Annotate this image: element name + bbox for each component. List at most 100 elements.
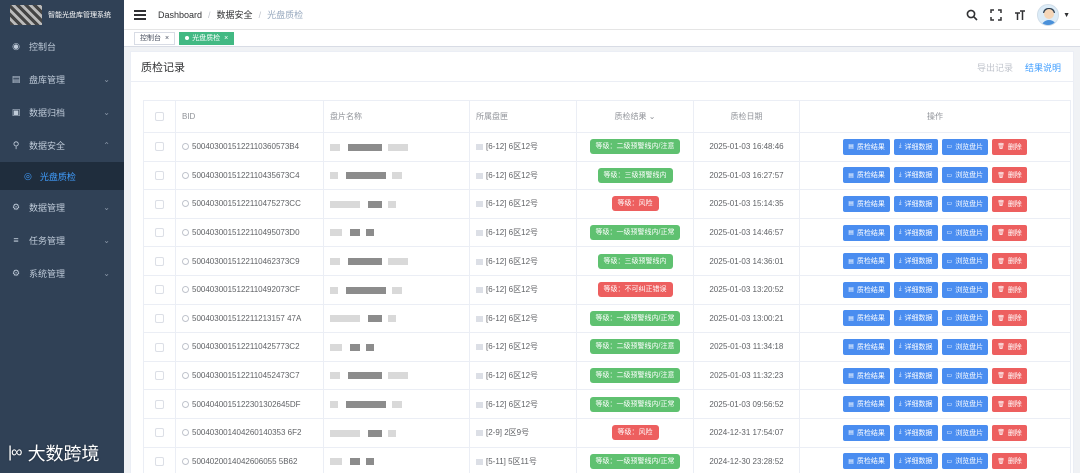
detail-data-button[interactable]: ⤓ 详细数据 bbox=[893, 138, 938, 155]
sidebar-item-dashboard[interactable]: ◉ 控制台 bbox=[0, 31, 124, 61]
sidebar-item-label: 系统管理 bbox=[29, 268, 66, 279]
qc-result-button[interactable]: ▤ 质检结果 bbox=[843, 367, 890, 384]
tags-view: 控制台 × 光盘质检 × bbox=[124, 30, 1080, 47]
delete-button[interactable]: 🗑 删除 bbox=[992, 281, 1027, 298]
detail-data-button[interactable]: ⤓ 详细数据 bbox=[893, 338, 938, 355]
detail-data-button[interactable]: ⤓ 详细数据 bbox=[893, 195, 938, 212]
detail-data-button[interactable]: ⤓ 详细数据 bbox=[893, 367, 938, 384]
close-icon[interactable]: × bbox=[224, 35, 228, 42]
detail-data-button[interactable]: ⤓ 详细数据 bbox=[893, 253, 938, 270]
bid-value: 5004030015122110425773C2 bbox=[192, 342, 300, 352]
row-checkbox[interactable] bbox=[143, 161, 176, 191]
browse-disc-button[interactable]: ▭ 浏览盘片 bbox=[941, 310, 989, 327]
table-row: 5004030015122110435673C4 [6-12] 6区12号 等级：三… bbox=[143, 161, 1071, 191]
export-link[interactable]: 导出记录 bbox=[977, 61, 1013, 74]
delete-button[interactable]: 🗑 删除 bbox=[992, 167, 1027, 184]
row-checkbox[interactable] bbox=[143, 361, 176, 391]
delete-button[interactable]: 🗑 删除 bbox=[992, 453, 1027, 470]
delete-button[interactable]: 🗑 删除 bbox=[992, 338, 1027, 355]
detail-data-button[interactable]: ⤓ 详细数据 bbox=[893, 310, 938, 327]
row-checkbox[interactable] bbox=[143, 389, 176, 419]
delete-button[interactable]: 🗑 删除 bbox=[992, 310, 1027, 327]
browse-disc-button[interactable]: ▭ 浏览盘片 bbox=[941, 224, 989, 241]
tag-disc-qc[interactable]: 光盘质检 × bbox=[179, 31, 235, 45]
app-logo[interactable]: 智能光盘库管理系统 bbox=[0, 0, 124, 30]
sidebar-subitem-disc-qc[interactable]: ◎ 光盘质检 bbox=[0, 162, 124, 190]
qc-result-button[interactable]: ▤ 质检结果 bbox=[843, 396, 890, 413]
sidebar-item-data[interactable]: ⚙ 数据管理 ⌄ bbox=[0, 192, 124, 222]
download-icon: ⤓ bbox=[898, 457, 902, 464]
magazine-icon bbox=[476, 373, 483, 380]
detail-data-button[interactable]: ⤓ 详细数据 bbox=[893, 167, 938, 184]
qc-result-button[interactable]: ▤ 质检结果 bbox=[843, 138, 890, 155]
detail-data-button[interactable]: ⤓ 详细数据 bbox=[893, 396, 938, 413]
font-size-icon[interactable] bbox=[1011, 6, 1029, 24]
file-icon: ▤ bbox=[848, 430, 854, 437]
browse-disc-button[interactable]: ▭ 浏览盘片 bbox=[941, 253, 989, 270]
col-bid: BID bbox=[175, 100, 324, 133]
delete-button[interactable]: 🗑 删除 bbox=[992, 224, 1027, 241]
qc-result-button[interactable]: ▤ 质检结果 bbox=[843, 224, 890, 241]
row-checkbox[interactable] bbox=[143, 132, 176, 162]
qc-result-button[interactable]: ▤ 质检结果 bbox=[843, 453, 890, 470]
qc-result-button[interactable]: ▤ 质检结果 bbox=[843, 338, 890, 355]
row-checkbox[interactable] bbox=[143, 189, 176, 219]
sidebar-item-archive[interactable]: ▣ 数据归档 ⌄ bbox=[0, 97, 124, 127]
col-result[interactable]: 质检结果 ⌄ bbox=[576, 100, 694, 133]
detail-data-button[interactable]: ⤓ 详细数据 bbox=[893, 281, 938, 298]
browse-disc-button[interactable]: ▭ 浏览盘片 bbox=[941, 367, 989, 384]
delete-button[interactable]: 🗑 删除 bbox=[992, 138, 1027, 155]
sidebar-item-task[interactable]: ≡ 任务管理 ⌄ bbox=[0, 225, 124, 255]
browse-disc-button[interactable]: ▭ 浏览盘片 bbox=[941, 195, 989, 212]
trash-icon: 🗑 bbox=[997, 144, 1005, 151]
caret-down-icon[interactable]: ▼ bbox=[1063, 12, 1070, 19]
detail-data-button[interactable]: ⤓ 详细数据 bbox=[893, 424, 938, 441]
sidebar-item-library[interactable]: ▤ 盘库管理 ⌄ bbox=[0, 64, 124, 94]
tag-dashboard[interactable]: 控制台 × bbox=[134, 31, 176, 45]
detail-data-button[interactable]: ⤓ 详细数据 bbox=[893, 224, 938, 241]
hamburger-icon[interactable] bbox=[134, 9, 146, 20]
row-checkbox[interactable] bbox=[143, 218, 176, 248]
chevron-down-icon: ⌄ bbox=[103, 235, 110, 245]
row-checkbox[interactable] bbox=[143, 246, 176, 276]
select-all-checkbox[interactable] bbox=[143, 100, 176, 133]
row-checkbox[interactable] bbox=[143, 332, 176, 362]
search-icon[interactable] bbox=[963, 6, 981, 24]
breadcrumb-dashboard[interactable]: Dashboard bbox=[158, 10, 202, 20]
browse-disc-button[interactable]: ▭ 浏览盘片 bbox=[941, 396, 989, 413]
qc-result-button[interactable]: ▤ 质检结果 bbox=[843, 281, 890, 298]
row-checkbox[interactable] bbox=[143, 418, 176, 448]
avatar[interactable] bbox=[1037, 4, 1060, 26]
folder-icon: ▭ bbox=[946, 230, 953, 237]
explain-link[interactable]: 结果说明 bbox=[1025, 61, 1061, 74]
delete-button[interactable]: 🗑 删除 bbox=[992, 195, 1027, 212]
row-checkbox[interactable] bbox=[143, 447, 176, 473]
row-checkbox[interactable] bbox=[143, 304, 176, 334]
browse-disc-button[interactable]: ▭ 浏览盘片 bbox=[941, 338, 989, 355]
delete-button[interactable]: 🗑 删除 bbox=[992, 253, 1027, 270]
qc-result-button[interactable]: ▤ 质检结果 bbox=[843, 253, 890, 270]
delete-button[interactable]: 🗑 删除 bbox=[992, 424, 1027, 441]
sort-icon[interactable]: ⌄ bbox=[647, 112, 656, 121]
delete-button[interactable]: 🗑 删除 bbox=[992, 396, 1027, 413]
browse-disc-button[interactable]: ▭ 浏览盘片 bbox=[941, 424, 989, 441]
qc-result-button[interactable]: ▤ 质检结果 bbox=[843, 310, 890, 327]
detail-data-button[interactable]: ⤓ 详细数据 bbox=[893, 453, 938, 470]
qc-result-button[interactable]: ▤ 质检结果 bbox=[843, 195, 890, 212]
sidebar-item-security[interactable]: ⚲ 数据安全 ⌃ bbox=[0, 130, 124, 160]
qc-result-button[interactable]: ▤ 质检结果 bbox=[843, 167, 890, 184]
browse-disc-button[interactable]: ▭ 浏览盘片 bbox=[941, 281, 989, 298]
table-row: 5004040015122301302645DF [6-12] 6区12号 等级：一… bbox=[143, 389, 1071, 419]
sidebar-item-system[interactable]: ⚙ 系统管理 ⌄ bbox=[0, 258, 124, 288]
browse-disc-button[interactable]: ▭ 浏览盘片 bbox=[941, 138, 989, 155]
task-icon: ≡ bbox=[13, 235, 19, 245]
row-checkbox[interactable] bbox=[143, 275, 176, 305]
qc-result-button[interactable]: ▤ 质检结果 bbox=[843, 424, 890, 441]
fullscreen-icon[interactable] bbox=[987, 6, 1005, 24]
breadcrumb-security[interactable]: 数据安全 bbox=[217, 8, 253, 21]
browse-disc-button[interactable]: ▭ 浏览盘片 bbox=[941, 453, 989, 470]
delete-button[interactable]: 🗑 删除 bbox=[992, 367, 1027, 384]
location-value: [6-12] 6区12号 bbox=[486, 170, 539, 180]
close-icon[interactable]: × bbox=[165, 35, 169, 42]
browse-disc-button[interactable]: ▭ 浏览盘片 bbox=[941, 167, 989, 184]
